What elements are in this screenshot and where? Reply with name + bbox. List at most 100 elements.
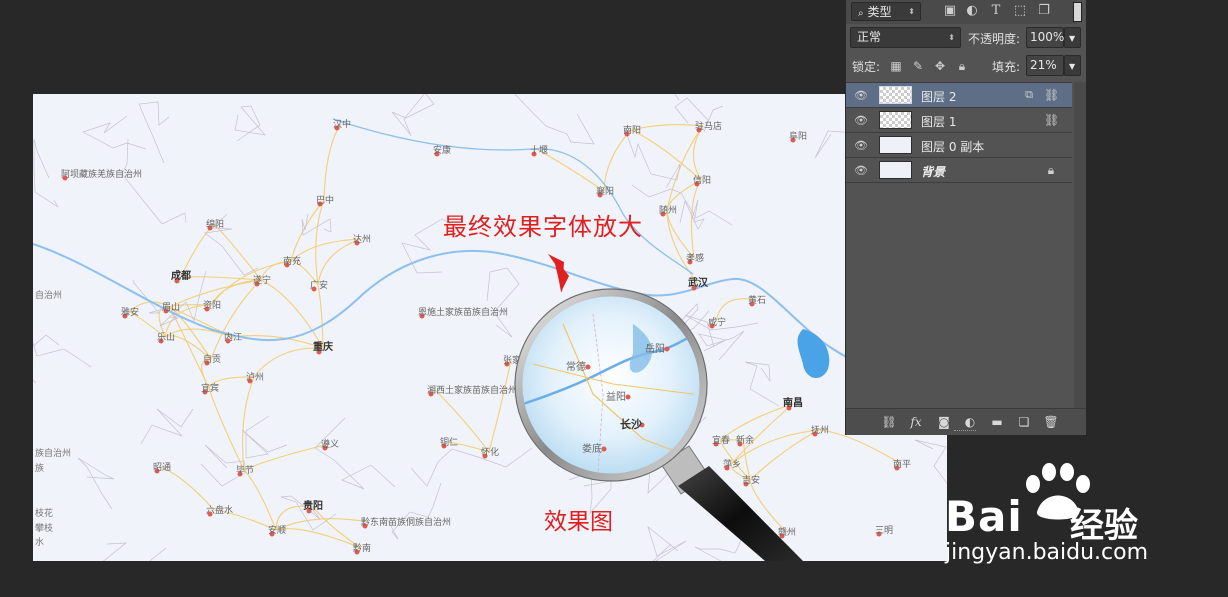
city-label: 萍乡: [723, 459, 741, 470]
city-dots: [62, 125, 900, 555]
road: [692, 125, 704, 181]
border-line: [77, 457, 115, 510]
annotation-title: 最终效果字体放大: [443, 213, 643, 241]
baidu-watermark: Bai 经验 jingyan.baidu.com: [945, 462, 1195, 572]
border-line: [33, 138, 59, 208]
border-line: [33, 334, 92, 368]
blend-mode-select[interactable]: 正常 ⬍: [850, 27, 961, 48]
border-line: [698, 330, 745, 361]
border-line: [314, 417, 396, 490]
road: [180, 223, 215, 278]
trash-icon[interactable]: 🗑︎: [1043, 414, 1059, 430]
edge-labels: 自治州族自治州族枝花攀枝水: [35, 289, 71, 548]
city-label: 怀化: [481, 446, 499, 458]
city-label: 贵阳: [303, 499, 323, 512]
border-line: [385, 482, 442, 540]
folder-icon[interactable]: ▬: [989, 414, 1005, 430]
lens-city-dot: [625, 394, 631, 400]
adjustment-filter-icon[interactable]: ◐: [964, 3, 980, 19]
lock-move-icon[interactable]: ✥: [933, 59, 947, 73]
city-label: 信阳: [693, 174, 711, 186]
eye-icon[interactable]: 👁︎: [854, 114, 868, 127]
layers-scrollbar[interactable]: [1074, 82, 1086, 408]
city-label: 安康: [433, 144, 451, 156]
han-river: [332, 118, 694, 275]
lock-transparent-icon[interactable]: ▦: [889, 59, 903, 73]
lens-city-label: 长沙: [620, 417, 642, 431]
road: [210, 279, 262, 360]
city-label: 资阳: [203, 300, 221, 311]
lens-city-dot: [585, 364, 591, 370]
city-label: 南昌: [783, 396, 803, 409]
map-canvas[interactable]: 汉中 安康 十堰 南阳 驻马店 阜阳 阿坝藏族羌族自治州 巴中 襄阳 随州 信阳 绵阳 达州 孝感 南充 成都…: [33, 94, 947, 561]
city-label: 咸宁: [708, 316, 726, 328]
eye-icon[interactable]: 👁︎: [854, 139, 868, 152]
city-label: 新余: [736, 434, 754, 446]
shape-filter-icon[interactable]: ⬚: [1012, 3, 1028, 19]
layers-panel: ⌕ 类型 ⬍ ▣ ◐ T ⬚ ❐ 正常 ⬍ 不透明度: 100% ▼ 锁定: ▦…: [845, 0, 1086, 435]
border-line: [391, 94, 435, 137]
eye-icon[interactable]: 👁︎: [854, 164, 868, 177]
fill-field[interactable]: 21%: [1026, 55, 1064, 76]
city-label: 孝感: [686, 252, 704, 264]
lock-all-icon[interactable]: 🔒︎: [955, 59, 969, 73]
mask-icon[interactable]: ◙: [936, 414, 952, 430]
text-filter-icon[interactable]: T: [988, 3, 1004, 19]
road: [290, 238, 362, 262]
road: [730, 403, 794, 465]
lock-label: 锁定:: [852, 60, 881, 74]
lens-city-dot: [601, 446, 607, 452]
city-label: 毕节: [236, 464, 254, 476]
city-label: 安顺: [268, 524, 286, 536]
opacity-field[interactable]: 100%: [1026, 27, 1064, 48]
layer-name: 背景: [921, 165, 946, 179]
layer-row[interactable]: 👁︎ 图层 1 ⛓︎: [846, 108, 1072, 133]
layer-row[interactable]: 👁︎ 图层 0 副本: [846, 133, 1072, 158]
road: [690, 179, 702, 259]
layer-name: 图层 2: [921, 90, 957, 104]
city-label: 内江: [224, 331, 242, 343]
city-label: 乐山: [157, 331, 175, 343]
fill-dropdown[interactable]: ▼: [1064, 55, 1081, 76]
resize-grip[interactable]: [954, 430, 976, 434]
city-label: 眉山: [162, 302, 180, 313]
layer-row[interactable]: 👁︎ 背景 🔒︎: [846, 158, 1072, 183]
fill-label: 填充:: [992, 60, 1021, 74]
lens-city-label: 岳阳: [645, 343, 665, 355]
lock-icon: 🔒︎: [1047, 163, 1055, 177]
road: [315, 199, 325, 286]
city-label: 随州: [659, 204, 677, 216]
city-label: 南阳: [623, 124, 641, 136]
road: [630, 129, 702, 181]
filter-toggle[interactable]: [1073, 2, 1082, 22]
road: [312, 506, 362, 549]
poyang-lake: [797, 329, 830, 379]
filter-type-select[interactable]: ⌕ 类型 ⬍: [851, 2, 921, 21]
road: [180, 276, 262, 281]
image-filter-icon[interactable]: ▣: [942, 3, 958, 19]
city-label: 抚州: [811, 424, 829, 436]
map-svg: 汉中安康 十堰 南阳 驻马店阜阳阿坝藏族羌族自治州巴中 襄阳随州 信阳绵阳达州孝感 南充成都…: [33, 94, 947, 561]
city-label: 阿坝藏族羌族自治州: [61, 168, 142, 180]
edge-label: 族自治州: [35, 447, 71, 459]
opacity-dropdown[interactable]: ▼: [1064, 27, 1081, 48]
link-layers-icon[interactable]: ⛓︎: [881, 414, 897, 430]
city-label: 汉中: [333, 118, 351, 130]
adjustment-layer-icon[interactable]: ◐: [962, 414, 978, 430]
border-line: [234, 105, 266, 142]
lock-brush-icon[interactable]: ✎: [911, 59, 925, 73]
eye-icon[interactable]: 👁︎: [854, 89, 868, 102]
layer-row[interactable]: 👁︎ 图层 2 ⧉ ⛓︎: [846, 83, 1072, 108]
new-layer-icon[interactable]: ❏: [1016, 414, 1032, 430]
search-icon: ⌕: [858, 8, 864, 19]
clip-mask-icon: ⧉: [1025, 88, 1033, 101]
annotation-bottom: 效果图: [544, 509, 613, 535]
city-label: 阜阳: [789, 130, 807, 142]
road: [160, 466, 215, 511]
fx-icon[interactable]: fx: [908, 414, 924, 430]
city-label: 黔东南苗族侗族自治州: [361, 516, 451, 528]
opacity-label: 不透明度:: [968, 32, 1021, 46]
smart-object-filter-icon[interactable]: ❐: [1036, 3, 1052, 19]
city-label: 遵义: [321, 438, 339, 450]
filter-row: ⌕ 类型 ⬍ ▣ ◐ T ⬚ ❐: [846, 0, 1082, 24]
